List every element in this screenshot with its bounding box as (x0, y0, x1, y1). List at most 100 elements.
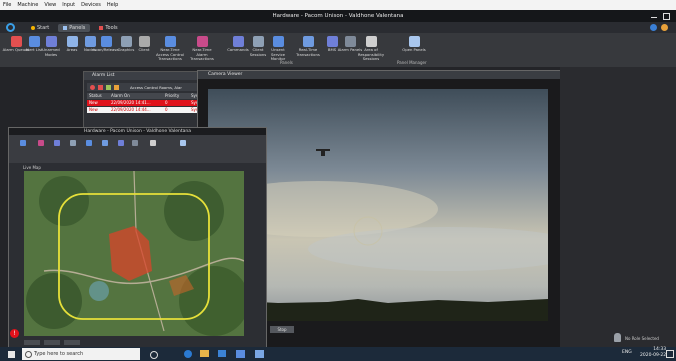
taskbar-search[interactable]: Type here to search (22, 348, 140, 360)
ribbon-icon-10 (232, 36, 244, 47)
help-icon[interactable] (650, 24, 657, 31)
site-map[interactable] (24, 171, 244, 336)
map-ribbon-button-6[interactable] (113, 140, 128, 146)
ribbon-button-12[interactable]: Unsent Service Monitor (264, 36, 292, 62)
tab-panels[interactable]: Panels (58, 23, 91, 32)
row-priority: 0 (165, 100, 168, 105)
filter-field[interactable]: Access Control Rooms, Alar (130, 85, 182, 90)
ribbon-label-9: Near-Time Alarm Transactions (190, 47, 214, 61)
alarm-toolbar: Access Control Rooms, Alar (87, 83, 211, 91)
tab-tools-label: Tools (105, 24, 118, 31)
explorer-icon[interactable] (200, 350, 209, 357)
row-time: 22/09/2020 14:44... (111, 107, 151, 112)
taskbar-clock[interactable]: 14:33 2020-09-22 (640, 347, 666, 359)
map-window-title: Hardware - Pacom Unison - Valdhone Valen… (9, 128, 266, 135)
ribbon-label-12: Unsent Service Monitor (270, 47, 286, 61)
menu-view[interactable]: View (44, 2, 56, 8)
map-button-3[interactable] (64, 340, 80, 345)
row-time: 22/09/2020 14:41... (111, 100, 151, 105)
map-ribbon-icon-2 (53, 140, 60, 146)
vm-taskbar-icon[interactable] (255, 350, 264, 358)
col-priority[interactable]: Priority (165, 93, 187, 99)
menu-devices[interactable]: Devices (81, 2, 101, 8)
app-taskbar-icon[interactable] (236, 350, 245, 358)
ribbon-icon-16 (365, 36, 377, 47)
ribbon-label-7: Client (138, 47, 150, 52)
alarm-table-header: Status Alarm On Priority Sys (87, 93, 211, 99)
panels-icon (63, 25, 68, 30)
task-view-icon[interactable] (150, 351, 158, 359)
map-ribbon-icon-5 (101, 140, 108, 146)
map-window[interactable]: Hardware - Pacom Unison - Valdhone Valen… (8, 127, 267, 350)
edge-icon[interactable] (184, 350, 192, 358)
menu-help[interactable]: Help (107, 2, 118, 8)
tab-start[interactable]: Start (26, 24, 54, 32)
ribbon-label-14: BMS (327, 47, 337, 52)
ribbon-group-label-panel-manager: Panel Manager (397, 60, 427, 65)
map-ribbon-icon-7 (131, 140, 138, 146)
ribbon-button-9[interactable]: Near-Time Alarm Transactions (188, 36, 216, 62)
acknowledge-icon[interactable] (90, 84, 95, 90)
table-row[interactable]: New 22/09/2020 14:44... 0 Sys (87, 107, 211, 113)
map-ribbon-button-3[interactable] (65, 140, 80, 146)
ribbon-icon-8 (164, 36, 176, 47)
role-selector[interactable]: No Role Selected (625, 336, 659, 341)
search-icon (25, 351, 32, 358)
stop-button[interactable]: Stop (270, 326, 294, 333)
row-priority: 0 (165, 107, 168, 112)
satellite-map (24, 171, 244, 336)
ribbon-button-7[interactable]: Client (130, 36, 158, 53)
tab-tools[interactable]: Tools (94, 24, 122, 32)
maximize-icon[interactable] (663, 13, 670, 20)
map-ribbon-button-5[interactable] (97, 140, 112, 146)
menu-input[interactable]: Input (62, 2, 75, 8)
map-ribbon-button-2[interactable] (49, 140, 64, 146)
map-ribbon-icon-3 (69, 140, 76, 146)
ribbon-icon-12 (272, 36, 284, 47)
windows-start-icon[interactable] (8, 351, 15, 358)
table-row[interactable]: New 22/09/2020 14:41... 0 Sys (87, 100, 211, 106)
ribbon-button-16[interactable]: Area of Responsibility Sessions (357, 36, 385, 62)
filter-icon[interactable] (114, 84, 119, 90)
map-ribbon-icon-0 (19, 140, 26, 146)
ribbon-label-16: Area of Responsibility Sessions (357, 47, 385, 61)
notifications-icon[interactable] (666, 350, 674, 358)
menu-bar: File Machine View Input Devices Help (0, 0, 676, 10)
info-icon[interactable] (661, 24, 668, 31)
map-button-1[interactable] (24, 340, 40, 345)
user-icon[interactable] (614, 333, 621, 342)
map-ribbon-button-7[interactable] (127, 140, 142, 146)
map-ribbon-icon-1 (37, 140, 44, 146)
check-icon[interactable] (106, 84, 111, 90)
map-button-2[interactable] (44, 340, 60, 345)
map-ribbon-button-0[interactable] (15, 140, 30, 146)
ribbon-button-17[interactable]: Open Panels (400, 36, 428, 53)
flag-icon[interactable] (98, 84, 103, 90)
ribbon-icon-15 (344, 36, 356, 47)
ribbon-icon-2 (45, 36, 57, 47)
col-status[interactable]: Status (89, 93, 107, 99)
ribbon-label-17: Open Panels (402, 47, 426, 52)
tab-panels-label: Panels (69, 24, 86, 31)
map-subtitle: Live Map (23, 165, 41, 170)
col-alarm-on[interactable]: Alarm On (111, 93, 161, 99)
ribbon-icon-17 (408, 36, 420, 47)
store-icon[interactable] (218, 350, 226, 357)
clock-date: 2020-09-22 (640, 353, 667, 358)
menu-file[interactable]: File (3, 2, 11, 8)
map-ribbon-button-4[interactable] (81, 140, 96, 146)
ribbon-icon-13 (302, 36, 314, 47)
menu-machine[interactable]: Machine (17, 2, 38, 8)
camera-title: Camera Viewer (198, 71, 560, 79)
app-title: Hardware - Pacom Unison - Valdhone Valen… (272, 13, 404, 19)
map-ribbon-button-8[interactable] (145, 140, 160, 146)
minimize-icon[interactable] (651, 17, 657, 18)
ribbon-tabs: Start Panels Tools (0, 22, 676, 33)
map-ribbon-button-9[interactable] (175, 140, 190, 146)
ribbon-icon-9 (196, 36, 208, 47)
language-indicator[interactable]: ENG (622, 350, 632, 355)
alert-icon[interactable]: ! (10, 329, 19, 338)
map-ribbon-icon-6 (117, 140, 124, 146)
map-ribbon-button-1[interactable] (33, 140, 48, 146)
ribbon-button-8[interactable]: Near-Time Access Control Transactions (156, 36, 184, 62)
